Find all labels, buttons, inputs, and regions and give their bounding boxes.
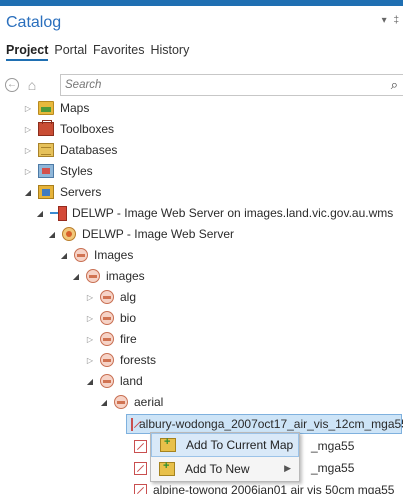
menu-item-label: Add To Current Map [186,438,294,452]
collapse-chevron-icon[interactable]: ◢ [46,230,58,239]
expand-chevron-icon[interactable]: ▷ [22,104,34,113]
collapse-chevron-icon[interactable]: ◢ [34,209,46,218]
tree-item-servers[interactable]: ◢ Servers [22,182,101,202]
tree-item-bio[interactable]: ▷ bio [84,308,136,328]
tree-item-label: albury-wodonga_2007oct17_air_vis_12cm_mg… [139,417,403,431]
context-menu: Add To Current Map Add To New ▶ [150,432,300,482]
search-icon[interactable]: ⌕ [391,77,398,93]
expand-chevron-icon[interactable]: ▷ [84,356,96,365]
menu-item-add-to-new[interactable]: Add To New ▶ [151,457,299,481]
back-icon[interactable]: ← [5,78,19,92]
tree-item-label: DELWP - Image Web Server [82,227,235,241]
tree-item-toolboxes[interactable]: ▷ Toolboxes [22,119,114,139]
catalog-tabs: Project Portal Favorites History [6,43,189,61]
tree-item-label: Images [94,248,134,262]
tree-item-label: Servers [60,185,102,199]
tree-item-label: alpine-towong 2006jan01 air vis 50cm mga… [153,483,395,494]
expand-chevron-icon[interactable]: ▷ [22,125,34,134]
search-bar: ← ⌂ ⌕ [0,74,403,98]
tree-item-images-root[interactable]: ◢ Images [58,245,133,265]
tree-item-label: Databases [60,143,118,157]
database-folder-icon [38,143,54,157]
raster-layer-icon [131,417,133,431]
tree-item-albury-wodonga[interactable]: albury-wodonga_2007oct17_air_vis_12cm_mg… [126,414,403,434]
tree-item-images[interactable]: ◢ images [70,266,145,286]
tree-item-land[interactable]: ◢ land [84,371,143,391]
tree-item-label: _mga55 [311,439,355,453]
collapse-chevron-icon[interactable]: ◢ [98,398,110,407]
menu-item-add-to-current-map[interactable]: Add To Current Map [151,433,299,457]
collapse-chevron-icon[interactable]: ◢ [84,377,96,386]
mosaic-icon [74,248,88,262]
home-icon[interactable]: ⌂ [24,77,40,93]
expand-chevron-icon[interactable]: ▷ [84,335,96,344]
collapse-chevron-icon[interactable]: ◢ [22,188,34,197]
menu-item-label: Add To New [185,462,250,476]
mosaic-icon [114,395,128,409]
tree-item-styles[interactable]: ▷ Styles [22,161,93,181]
expand-chevron-icon[interactable]: ▷ [84,314,96,323]
tree-item-wms-connection[interactable]: ◢ DELWP - Image Web Server on images.lan… [34,203,393,223]
tree-item-forests[interactable]: ▷ forests [84,350,156,370]
tab-favorites[interactable]: Favorites [93,43,144,61]
expand-chevron-icon[interactable]: ▷ [22,167,34,176]
search-box[interactable]: ⌕ [60,74,403,96]
tree-item-label: land [120,374,143,388]
tree-item-aerial[interactable]: ◢ aerial [98,392,163,412]
raster-layer-icon [134,439,147,453]
mosaic-icon [100,374,114,388]
tab-portal[interactable]: Portal [54,43,87,61]
tree-item-label: alg [120,290,137,304]
tree-item-label: DELWP - Image Web Server on images.land.… [72,206,394,220]
mosaic-icon [100,311,114,325]
add-layer-icon [159,460,175,476]
tree-item-label: forests [120,353,157,367]
raster-layer-icon [134,483,147,494]
mosaic-icon [100,290,114,304]
add-layer-icon [160,436,176,452]
toolbox-icon [38,120,54,136]
tree-item-label: bio [120,311,137,325]
tree-item-image-web-server[interactable]: ◢ DELWP - Image Web Server [46,224,234,244]
panel-title: Catalog [6,14,62,31]
tree-item-label: fire [120,332,137,346]
mosaic-icon [100,332,114,346]
tree-item-maps[interactable]: ▷ Maps [22,98,89,118]
tree-item-label: _mga55 [311,461,355,475]
submenu-arrow-icon: ▶ [284,463,291,473]
panel-options-icon[interactable]: ▾ ‡ [382,15,401,26]
tree-item-fire[interactable]: ▷ fire [84,329,137,349]
expand-chevron-icon[interactable]: ▷ [22,146,34,155]
search-input[interactable] [65,77,365,93]
tree-item-alg[interactable]: ▷ alg [84,287,136,307]
tree-item-alpine-towong[interactable]: alpine-towong 2006jan01 air vis 50cm mga… [130,480,394,494]
tree-item-databases[interactable]: ▷ Databases [22,140,117,160]
tree-item-label: aerial [134,395,164,409]
collapse-chevron-icon[interactable]: ◢ [58,251,70,260]
wms-connection-icon [50,206,67,221]
styles-icon [38,164,54,178]
servers-folder-icon [38,185,54,199]
mosaic-icon [100,353,114,367]
tree-item-label: images [106,269,145,283]
tab-project[interactable]: Project [6,43,49,61]
tree-item-label: Styles [60,164,93,178]
tree-item-label: Maps [60,101,90,115]
maps-folder-icon [38,101,54,115]
tab-history[interactable]: History [150,43,189,61]
collapse-chevron-icon[interactable]: ◢ [70,272,82,281]
mosaic-icon [86,269,100,283]
expand-chevron-icon[interactable]: ▷ [84,293,96,302]
panel-header: Catalog ▾ ‡ [0,6,403,36]
tree-item-label: Toolboxes [60,122,115,136]
image-server-icon [62,227,76,241]
raster-layer-icon [134,461,147,475]
